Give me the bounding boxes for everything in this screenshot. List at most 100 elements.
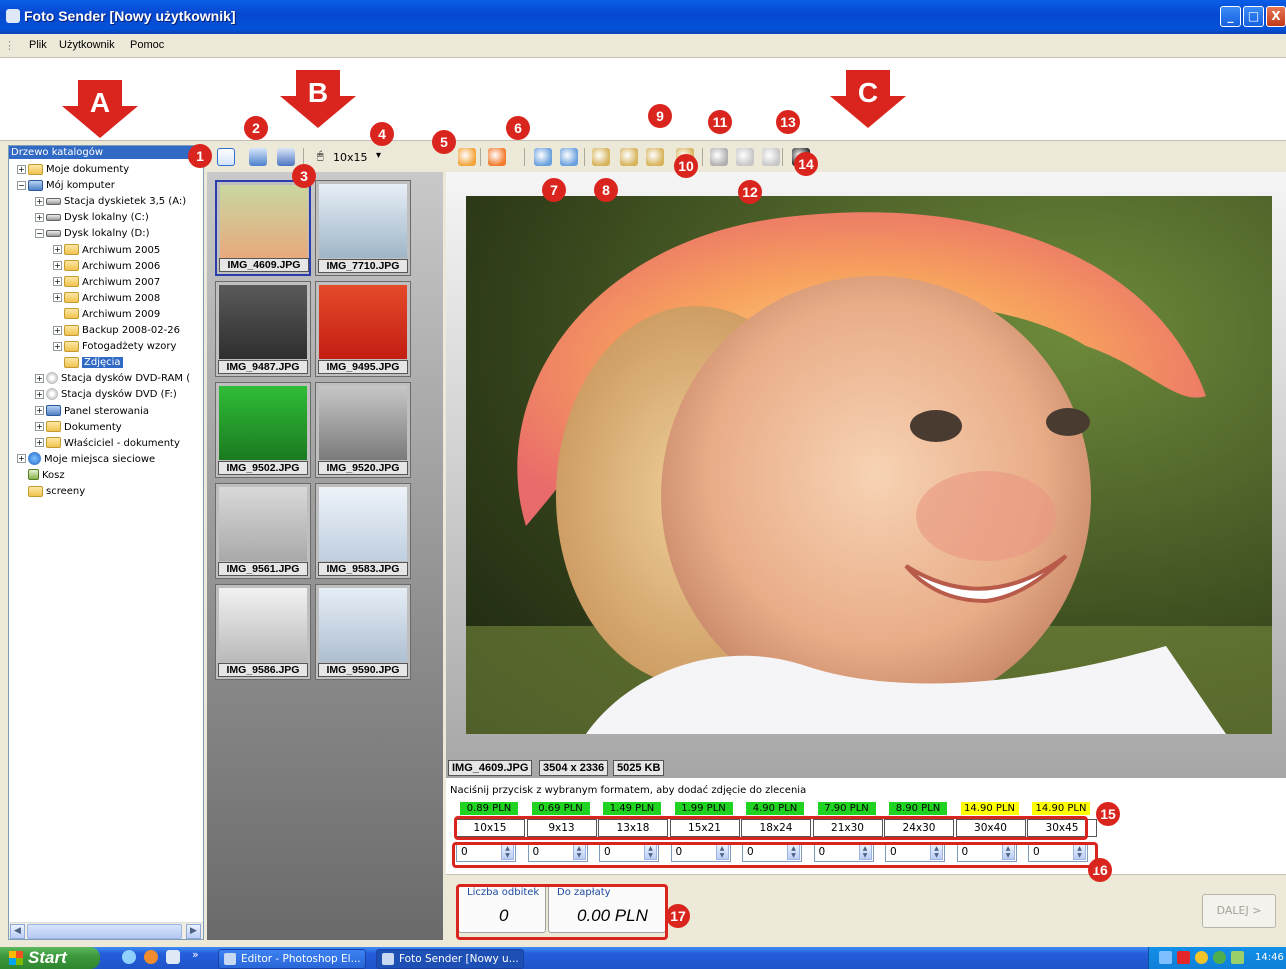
tree-node[interactable]: screeny bbox=[17, 484, 85, 500]
tree-node[interactable]: + Panel sterowania bbox=[35, 404, 149, 420]
tree-node[interactable]: + Archiwum 2005 bbox=[53, 243, 160, 259]
expand-toggle-icon[interactable]: + bbox=[35, 212, 44, 222]
arrow-letter: A bbox=[89, 87, 111, 118]
browser-icon[interactable] bbox=[144, 950, 158, 964]
thumbnail-panel[interactable]: IMG_4609.JPG IMG_7710.JPG IMG_9487.JPG IMG_… bbox=[207, 172, 443, 940]
minimize-button[interactable]: _ bbox=[1220, 6, 1241, 27]
thumbnail-item[interactable]: IMG_4609.JPG bbox=[215, 180, 311, 276]
directory-tree[interactable]: Drzewo katalogów + Moje dokumenty − Mój kom… bbox=[8, 145, 204, 940]
maximize-button[interactable]: □ bbox=[1243, 6, 1264, 27]
tree-node[interactable]: Kosz bbox=[17, 468, 65, 484]
tree-horizontal-scrollbar[interactable]: ◀ ▶ bbox=[9, 922, 203, 939]
red-eye-icon[interactable] bbox=[736, 148, 754, 166]
scroll-left-button[interactable]: ◀ bbox=[10, 924, 25, 939]
format-select[interactable]: 10x15 bbox=[333, 151, 368, 164]
rotate-right-icon[interactable] bbox=[560, 148, 578, 166]
menu-plik[interactable]: Plik bbox=[29, 39, 47, 51]
tree-node[interactable]: + Fotogadżety wzory bbox=[53, 339, 176, 355]
quicklaunch-icon[interactable] bbox=[166, 950, 180, 964]
expand-toggle-icon[interactable]: + bbox=[53, 293, 62, 303]
thumbnail-item[interactable]: IMG_9583.JPG bbox=[315, 483, 411, 579]
tree-node[interactable]: + Backup 2008-02-26 bbox=[53, 323, 180, 339]
undo-icon[interactable] bbox=[762, 148, 780, 166]
expand-toggle-icon[interactable]: − bbox=[17, 180, 26, 190]
update-tray-icon[interactable] bbox=[1231, 951, 1244, 964]
expand-toggle-icon[interactable]: + bbox=[35, 196, 44, 206]
thumbnail-item[interactable]: IMG_9561.JPG bbox=[215, 483, 311, 579]
expand-toggle-icon[interactable]: + bbox=[17, 454, 26, 464]
remove-photos-icon[interactable] bbox=[277, 148, 295, 166]
antivirus-tray-icon[interactable] bbox=[1177, 951, 1190, 964]
girl-in-hat-photo bbox=[466, 212, 1272, 734]
next-button[interactable]: DALEJ > bbox=[1202, 894, 1276, 928]
tree-node[interactable]: − Mój komputer bbox=[17, 178, 115, 194]
tree-node[interactable]: + Dysk lokalny (C:) bbox=[35, 210, 149, 226]
scroll-thumb[interactable] bbox=[27, 924, 182, 939]
scroll-right-button[interactable]: ▶ bbox=[186, 924, 201, 939]
windows-logo-icon bbox=[9, 951, 23, 965]
menu-uzytkownik[interactable]: Użytkownik bbox=[59, 39, 115, 51]
thumbnail-item[interactable]: IMG_9495.JPG bbox=[315, 281, 411, 377]
tree-node[interactable]: + Archiwum 2007 bbox=[53, 275, 160, 291]
task-photoshop[interactable]: Editor - Photoshop El... bbox=[218, 949, 366, 969]
tree-node[interactable]: + Właściciel - dokumenty bbox=[35, 436, 180, 452]
annotation-badge: 13 bbox=[776, 110, 800, 134]
tree-node[interactable]: + Archiwum 2008 bbox=[53, 291, 160, 307]
thumbnail-item[interactable]: IMG_9590.JPG bbox=[315, 584, 411, 680]
tree-node-label: Archiwum 2006 bbox=[82, 260, 161, 272]
select-all-icon[interactable] bbox=[217, 148, 235, 166]
expand-toggle-icon[interactable]: + bbox=[35, 373, 44, 383]
tree-node[interactable]: + Stacja dyskietek 3,5 (A:) bbox=[35, 194, 186, 210]
tree-node[interactable]: + Moje dokumenty bbox=[17, 162, 129, 178]
expand-toggle-icon[interactable]: + bbox=[53, 277, 62, 287]
zoom-in-icon[interactable] bbox=[592, 148, 610, 166]
thumbnail-image bbox=[219, 487, 307, 561]
shield-tray-icon[interactable] bbox=[1195, 951, 1208, 964]
expand-toggle-icon[interactable]: + bbox=[53, 261, 62, 271]
crop-tool-icon[interactable] bbox=[458, 148, 476, 166]
thumbnail-item[interactable]: IMG_9586.JPG bbox=[215, 584, 311, 680]
tree-node[interactable]: + Moje miejsca sieciowe bbox=[17, 452, 155, 468]
tree-node-label: Backup 2008-02-26 bbox=[82, 325, 180, 336]
thumbnail-item[interactable]: IMG_9520.JPG bbox=[315, 382, 411, 478]
tree-node[interactable]: Zdjęcia bbox=[53, 355, 123, 371]
tree-node[interactable]: + Stacja dysków DVD-RAM ( bbox=[35, 371, 190, 387]
expand-toggle-icon[interactable]: + bbox=[35, 389, 44, 399]
expand-toggle-icon[interactable]: + bbox=[17, 164, 26, 174]
folder-open-icon bbox=[64, 356, 79, 368]
quicklaunch-more[interactable]: » bbox=[192, 948, 199, 961]
add-photos-icon[interactable] bbox=[249, 148, 267, 166]
menu-bar: ⋮ Plik Użytkownik Pomoc bbox=[0, 34, 1286, 56]
tree-node[interactable]: + Stacja dysków DVD (F:) bbox=[35, 387, 177, 403]
zoom-out-icon[interactable] bbox=[620, 148, 638, 166]
chevron-down-icon[interactable]: ▾ bbox=[376, 150, 381, 161]
expand-toggle-icon[interactable]: − bbox=[35, 228, 44, 238]
annotation-badge: 14 bbox=[794, 152, 818, 176]
tree-node[interactable]: + Archiwum 2006 bbox=[53, 259, 160, 275]
expand-toggle-icon[interactable]: + bbox=[35, 422, 44, 432]
menu-pomoc[interactable]: Pomoc bbox=[130, 39, 164, 51]
expand-toggle-icon[interactable]: + bbox=[53, 245, 62, 254]
thumbnail-item[interactable]: IMG_7710.JPG bbox=[315, 180, 411, 276]
expand-toggle-icon[interactable]: + bbox=[53, 341, 62, 351]
network-tray-icon[interactable] bbox=[1159, 951, 1172, 964]
start-button[interactable]: Start bbox=[0, 947, 100, 969]
task-foto-sender[interactable]: Foto Sender [Nowy u... bbox=[376, 949, 524, 969]
sync-tray-icon[interactable] bbox=[1213, 951, 1226, 964]
crop-cancel-icon[interactable] bbox=[488, 148, 506, 166]
tree-node-label: Mój komputer bbox=[46, 180, 115, 192]
expand-toggle-icon[interactable]: + bbox=[53, 325, 62, 335]
expand-toggle-icon[interactable]: + bbox=[35, 438, 44, 448]
tree-node[interactable]: + Dokumenty bbox=[35, 420, 122, 436]
thumbnail-item[interactable]: IMG_9487.JPG bbox=[215, 281, 311, 377]
annotation-highlight-box bbox=[456, 884, 668, 940]
zoom-fit-icon[interactable] bbox=[646, 148, 664, 166]
tree-node[interactable]: − Dysk lokalny (D:) bbox=[35, 226, 150, 242]
expand-toggle-icon[interactable]: + bbox=[35, 406, 44, 415]
rotate-left-icon[interactable] bbox=[534, 148, 552, 166]
close-button[interactable]: X bbox=[1266, 6, 1286, 27]
ie-icon[interactable] bbox=[122, 950, 136, 964]
tree-node[interactable]: Archiwum 2009 bbox=[53, 307, 160, 323]
copy-icon[interactable] bbox=[710, 148, 728, 166]
thumbnail-item[interactable]: IMG_9502.JPG bbox=[215, 382, 311, 478]
